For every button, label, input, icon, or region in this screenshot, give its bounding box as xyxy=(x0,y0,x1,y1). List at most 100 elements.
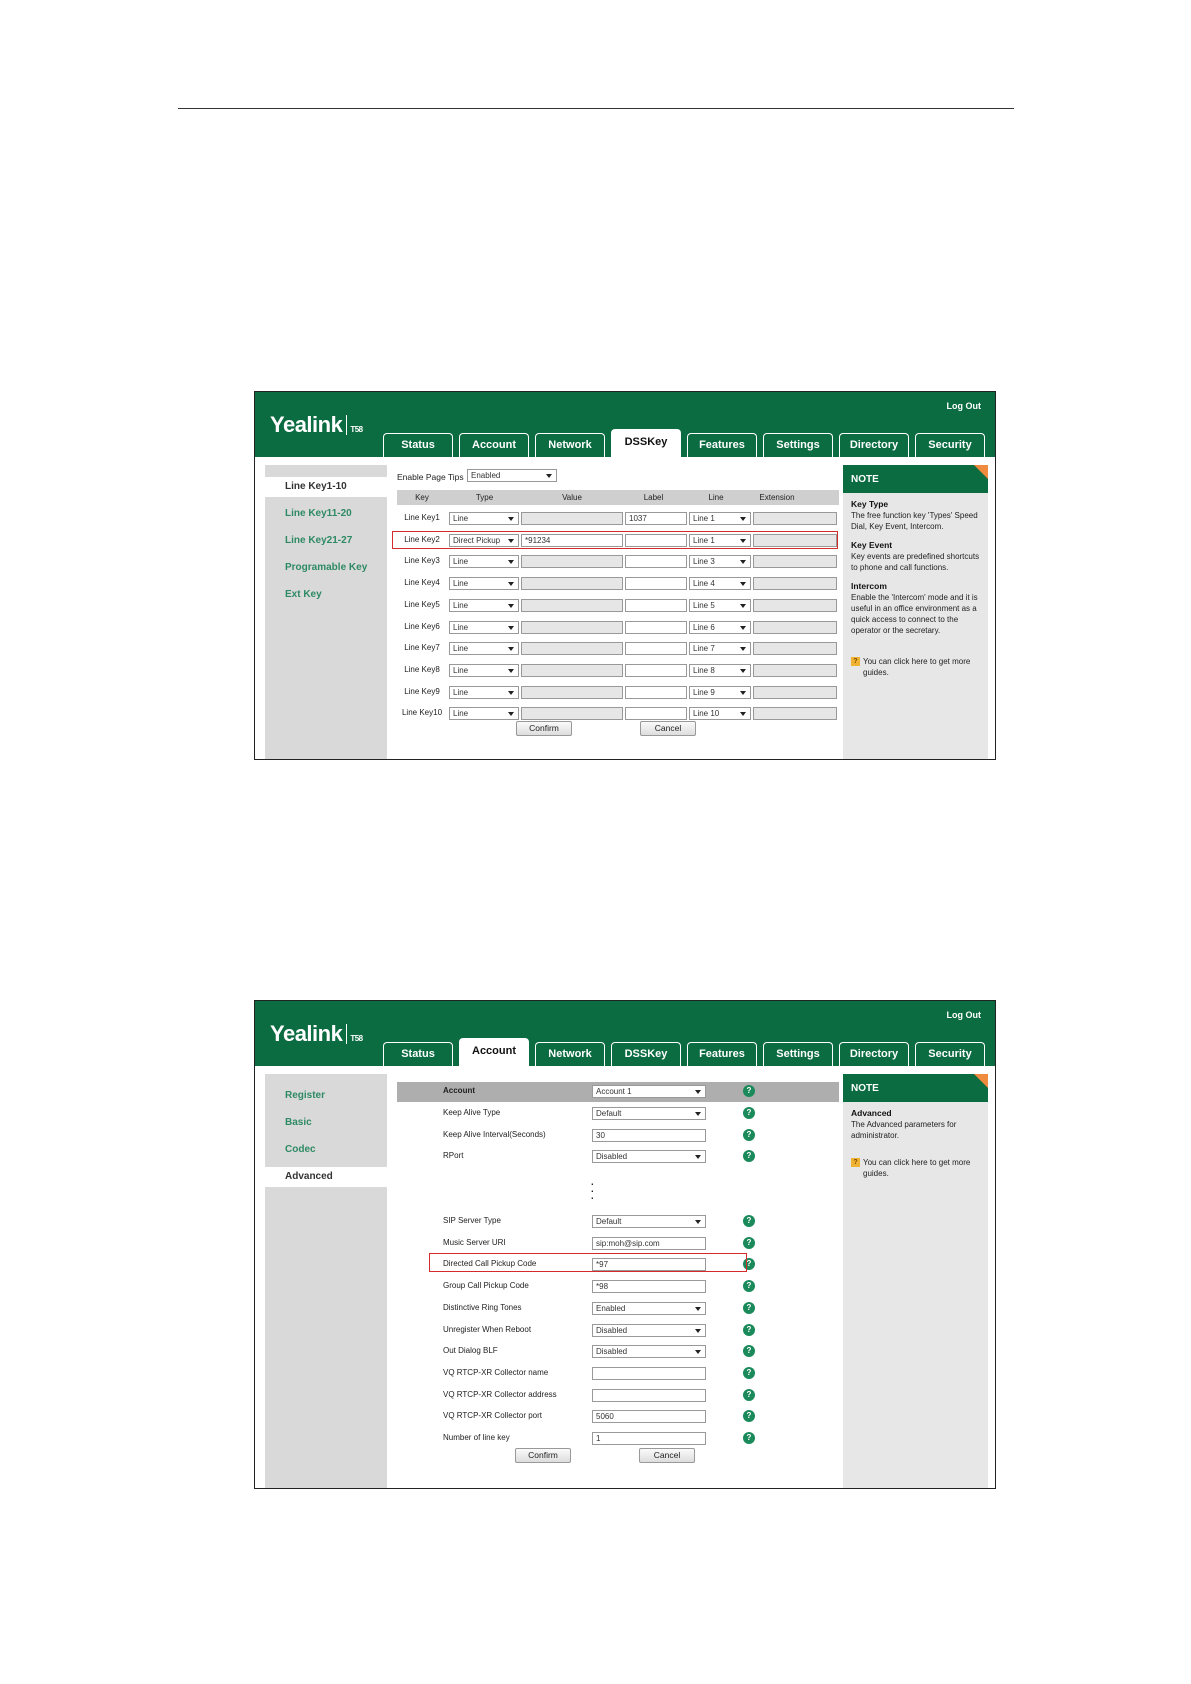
extension-input[interactable] xyxy=(753,685,837,699)
type-select[interactable]: Line xyxy=(449,598,519,612)
tab-security[interactable]: Security xyxy=(915,433,985,457)
value-input[interactable] xyxy=(521,577,623,591)
help-icon[interactable]: ? xyxy=(743,1085,755,1097)
label-input[interactable] xyxy=(625,642,687,656)
sidebar-item-programable-key[interactable]: Programable Key xyxy=(265,558,387,578)
account-select[interactable]: Account 1 xyxy=(592,1085,706,1098)
type-select[interactable]: Line xyxy=(449,512,519,525)
help-icon[interactable]: ? xyxy=(743,1432,755,1444)
setting-input[interactable]: 1 xyxy=(592,1432,706,1445)
tab-network[interactable]: Network xyxy=(535,1042,605,1066)
line-select[interactable]: Line 7 xyxy=(689,642,751,656)
line-select[interactable]: Line 8 xyxy=(689,663,751,677)
cancel-button[interactable]: Cancel xyxy=(640,721,696,736)
type-select[interactable]: Line xyxy=(449,555,519,569)
label-input[interactable]: 1037 xyxy=(625,512,687,525)
help-icon[interactable]: ? xyxy=(743,1107,755,1119)
tab-dsskey[interactable]: DSSKey xyxy=(611,429,681,457)
value-input[interactable] xyxy=(521,663,623,677)
help-icon[interactable]: ? xyxy=(743,1280,755,1293)
line-select[interactable]: Line 5 xyxy=(689,598,751,612)
logout-link[interactable]: Log Out xyxy=(947,401,982,411)
tab-settings[interactable]: Settings xyxy=(763,433,833,457)
setting-select[interactable]: Default xyxy=(592,1215,706,1228)
setting-select[interactable]: Disabled xyxy=(592,1150,706,1164)
label-input[interactable] xyxy=(625,598,687,612)
type-select[interactable]: Line xyxy=(449,663,519,677)
help-icon[interactable]: ? xyxy=(743,1215,755,1227)
extension-input[interactable] xyxy=(753,598,837,612)
extension-input[interactable] xyxy=(753,642,837,656)
setting-input[interactable]: 30 xyxy=(592,1128,706,1142)
line-select[interactable]: Line 1 xyxy=(689,512,751,525)
tab-settings[interactable]: Settings xyxy=(763,1042,833,1066)
line-select[interactable]: Line 3 xyxy=(689,555,751,569)
logout-link[interactable]: Log Out xyxy=(947,1010,982,1020)
label-input[interactable] xyxy=(625,620,687,634)
setting-input[interactable]: *98 xyxy=(592,1280,706,1294)
sidebar-item-codec[interactable]: Codec xyxy=(265,1140,387,1160)
tab-account[interactable]: Account xyxy=(459,433,529,457)
extension-input[interactable] xyxy=(753,620,837,634)
value-input[interactable] xyxy=(521,512,623,525)
sidebar-item-advanced[interactable]: Advanced xyxy=(265,1167,387,1187)
setting-input[interactable]: 5060 xyxy=(592,1410,706,1424)
type-select[interactable]: Line xyxy=(449,685,519,699)
tab-features[interactable]: Features xyxy=(687,433,757,457)
setting-input[interactable] xyxy=(592,1366,706,1380)
line-select[interactable]: Line 6 xyxy=(689,620,751,634)
sidebar-item-register[interactable]: Register xyxy=(265,1086,387,1106)
line-select[interactable]: Line 4 xyxy=(689,577,751,591)
setting-select[interactable]: Disabled xyxy=(592,1345,706,1359)
line-select[interactable]: Line 9 xyxy=(689,685,751,699)
tab-directory[interactable]: Directory xyxy=(839,1042,909,1066)
enable-page-tips-select[interactable]: Enabled xyxy=(467,469,557,482)
type-select[interactable]: Line xyxy=(449,577,519,591)
extension-input[interactable] xyxy=(753,577,837,591)
label-input[interactable] xyxy=(625,707,687,721)
label-input[interactable] xyxy=(625,685,687,699)
type-select[interactable]: Line xyxy=(449,707,519,721)
value-input[interactable] xyxy=(521,642,623,656)
confirm-button[interactable]: Confirm xyxy=(515,1448,571,1463)
extension-input[interactable] xyxy=(753,512,837,525)
value-input[interactable] xyxy=(521,707,623,721)
sidebar-item-line-key11-20[interactable]: Line Key11-20 xyxy=(265,504,387,524)
tab-dsskey[interactable]: DSSKey xyxy=(611,1042,681,1066)
tab-network[interactable]: Network xyxy=(535,433,605,457)
extension-input[interactable] xyxy=(753,707,837,721)
value-input[interactable] xyxy=(521,598,623,612)
tab-security[interactable]: Security xyxy=(915,1042,985,1066)
help-icon[interactable]: ? xyxy=(743,1236,755,1249)
tab-status[interactable]: Status xyxy=(383,433,453,457)
setting-select[interactable]: Enabled xyxy=(592,1301,706,1315)
type-select[interactable]: Line xyxy=(449,642,519,656)
setting-input[interactable]: sip:moh@sip.com xyxy=(592,1236,706,1250)
sidebar-item-line-key21-27[interactable]: Line Key21-27 xyxy=(265,531,387,551)
tab-directory[interactable]: Directory xyxy=(839,433,909,457)
help-icon[interactable]: ? xyxy=(743,1128,755,1141)
setting-input[interactable] xyxy=(592,1388,706,1402)
sidebar-item-line-key1-10[interactable]: Line Key1-10 xyxy=(265,477,387,497)
help-icon[interactable]: ? xyxy=(743,1366,755,1379)
value-input[interactable] xyxy=(521,555,623,569)
sidebar-item-ext-key[interactable]: Ext Key xyxy=(265,585,387,605)
extension-input[interactable] xyxy=(753,663,837,677)
extension-input[interactable] xyxy=(753,555,837,569)
tab-account[interactable]: Account xyxy=(459,1038,529,1066)
help-icon[interactable]: ? xyxy=(743,1345,755,1358)
line-select[interactable]: Line 10 xyxy=(689,707,751,721)
guide-link[interactable]: ? You can click here to get more guides. xyxy=(851,656,980,678)
value-input[interactable] xyxy=(521,620,623,634)
help-icon[interactable]: ? xyxy=(743,1301,755,1314)
help-icon[interactable]: ? xyxy=(743,1323,755,1336)
label-input[interactable] xyxy=(625,663,687,677)
cancel-button[interactable]: Cancel xyxy=(639,1448,695,1463)
tab-features[interactable]: Features xyxy=(687,1042,757,1066)
sidebar-item-basic[interactable]: Basic xyxy=(265,1113,387,1133)
help-icon[interactable]: ? xyxy=(743,1410,755,1423)
guide-link[interactable]: ? You can click here to get more guides. xyxy=(851,1157,980,1179)
help-icon[interactable]: ? xyxy=(743,1150,755,1163)
label-input[interactable] xyxy=(625,577,687,591)
confirm-button[interactable]: Confirm xyxy=(516,721,572,736)
